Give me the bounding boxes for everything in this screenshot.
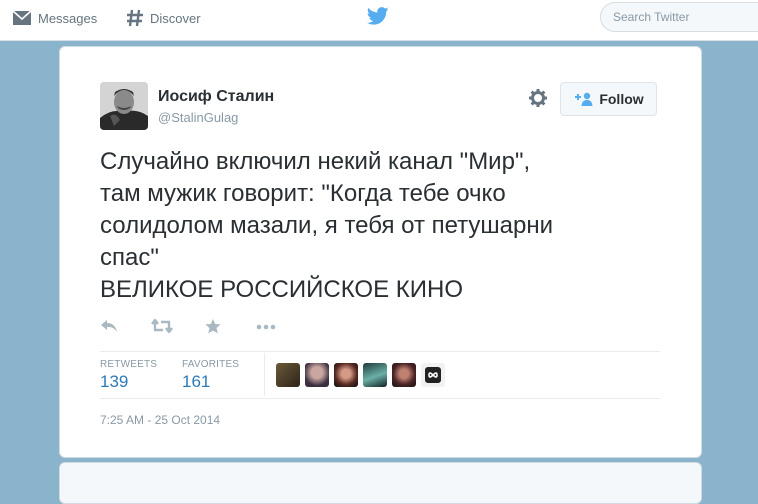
- tweet-timestamp[interactable]: 7:25 AM - 25 Oct 2014: [100, 413, 220, 427]
- tweet-text: Случайно включил некий канал "Мир", там …: [100, 146, 680, 306]
- follow-button[interactable]: Follow: [560, 82, 657, 116]
- favorites-label: FAVORITES: [182, 359, 240, 370]
- divider: [100, 398, 660, 399]
- nav-discover-label: Discover: [150, 10, 201, 26]
- favorites-count[interactable]: 161: [182, 372, 210, 392]
- tweet-text-line: спас": [100, 244, 159, 271]
- author-name[interactable]: Иосиф Сталин: [158, 88, 274, 106]
- author-handle[interactable]: @StalinGulag: [158, 110, 238, 125]
- twitter-bird-icon[interactable]: [367, 7, 389, 25]
- hashtag-icon: [127, 9, 143, 27]
- retweets-count[interactable]: 139: [100, 372, 128, 392]
- nav-messages-label: Messages: [38, 10, 98, 26]
- infinity-logo-icon: [425, 367, 441, 383]
- reply-icon[interactable]: [100, 319, 118, 333]
- tweet-text-line: там мужик говорит: "Когда тебе очко: [100, 180, 506, 207]
- tweet-text-line: солидолом мазали, я тебя от петушарни: [100, 212, 554, 239]
- favoriters-avatars: [276, 363, 450, 387]
- top-navigation-bar: Messages Discover: [0, 0, 758, 41]
- favorite-star-icon[interactable]: [205, 319, 221, 334]
- tweet-text-line: Случайно включил некий канал "Мир",: [100, 148, 531, 175]
- favoriter-avatar[interactable]: [276, 363, 300, 387]
- follow-button-label: Follow: [599, 91, 644, 107]
- nav-discover[interactable]: Discover: [126, 0, 201, 36]
- favoriter-avatar[interactable]: [392, 363, 416, 387]
- add-user-icon: [575, 92, 593, 106]
- favoriter-avatar[interactable]: [334, 363, 358, 387]
- avatar[interactable]: [100, 82, 148, 130]
- envelope-icon: [12, 10, 32, 25]
- divider: [264, 353, 265, 396]
- nav-messages[interactable]: Messages: [12, 0, 97, 36]
- tweet-card: Иосиф Сталин @StalinGulag Follow Случайн…: [59, 46, 702, 458]
- more-dots-icon[interactable]: [256, 324, 276, 330]
- favoriter-avatar[interactable]: [421, 363, 445, 387]
- divider: [100, 351, 660, 352]
- avatar-image: [100, 82, 148, 130]
- tweet-actions: [100, 319, 300, 339]
- search-input[interactable]: [600, 2, 758, 32]
- retweet-icon[interactable]: [151, 319, 173, 333]
- tweet-text-line: ВЕЛИКОЕ РОССИЙСКОЕ КИНО: [100, 276, 463, 303]
- favoriter-avatar[interactable]: [363, 363, 387, 387]
- favoriter-avatar[interactable]: [305, 363, 329, 387]
- reply-area-card: [59, 462, 702, 504]
- retweets-label: RETWEETS: [100, 359, 158, 370]
- gear-icon[interactable]: [529, 89, 547, 107]
